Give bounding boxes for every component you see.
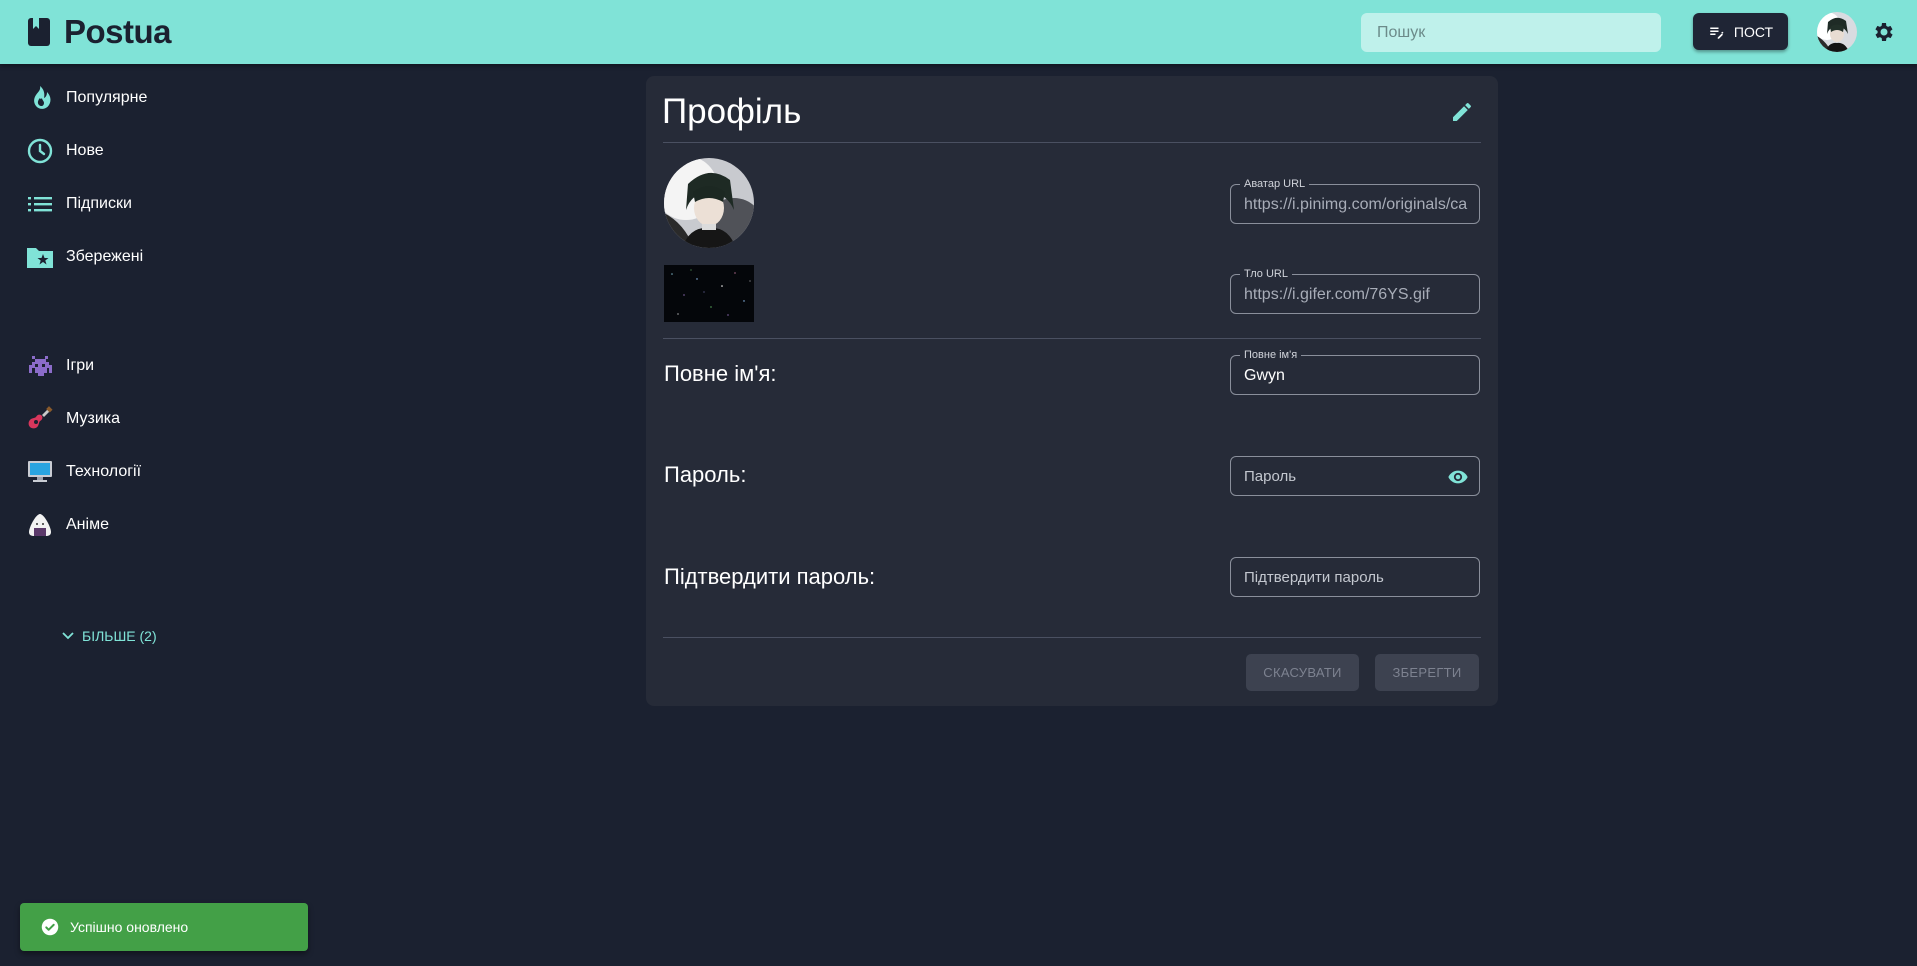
fullname-value: Gwyn (1244, 367, 1285, 384)
divider (663, 637, 1481, 638)
password-row-label: Пароль: (664, 462, 747, 487)
space-invader-icon (26, 352, 54, 380)
fullname-field[interactable]: Повне ім'я Gwyn (1230, 348, 1480, 395)
password-placeholder: Пароль (1244, 468, 1297, 485)
star-folder-icon (26, 243, 54, 271)
post-edit-icon (1710, 27, 1724, 39)
sidebar-item-games[interactable]: Ігри (26, 348, 94, 384)
user-avatar[interactable] (1817, 12, 1857, 52)
top-app-bar: Postua ПОСТ (0, 0, 1917, 64)
sidebar-item-label: Технології (66, 463, 142, 480)
profile-avatar-preview (664, 158, 754, 248)
success-toast: Успішно оновлено (20, 903, 308, 951)
sidebar-item-label: Підписки (66, 195, 132, 212)
background-url-value: https://i.gifer.com/76YS.gif (1244, 286, 1430, 303)
list-icon (26, 190, 54, 218)
eye-icon[interactable] (1447, 466, 1469, 488)
check-circle-icon (41, 918, 59, 936)
search-input[interactable] (1361, 13, 1661, 52)
create-post-button[interactable]: ПОСТ (1693, 13, 1788, 50)
brand-logo[interactable]: Postua (28, 12, 172, 52)
password-field[interactable]: Пароль (1230, 456, 1480, 496)
confirm-password-field[interactable]: Підтвердити пароль (1230, 557, 1480, 597)
profile-card: Профіль Аватар URL https://i.pinimg.com/… (646, 76, 1498, 706)
chevron-down-icon (62, 632, 74, 640)
sidebar-item-label: Музика (66, 410, 121, 427)
background-preview (664, 265, 754, 322)
sidebar-item-label: Популярне (66, 89, 148, 106)
computer-icon (26, 458, 54, 486)
cancel-button[interactable]: СКАСУВАТИ (1246, 654, 1359, 691)
sidebar-item-subscriptions[interactable]: Підписки (26, 186, 132, 222)
avatar-url-label: Аватар URL (1240, 177, 1310, 191)
sidebar-item-new[interactable]: Нове (26, 133, 104, 169)
sidebar-item-popular[interactable]: Популярне (26, 80, 147, 116)
save-button[interactable]: ЗБЕРЕГТИ (1375, 654, 1479, 691)
fullname-row-label: Повне ім'я: (664, 361, 777, 386)
background-url-field[interactable]: Тло URL https://i.gifer.com/76YS.gif (1230, 267, 1480, 314)
avatar-url-field[interactable]: Аватар URL https://i.pinimg.com/original… (1230, 177, 1480, 224)
pencil-edit-icon[interactable] (1450, 100, 1474, 124)
starfield-image (664, 265, 754, 322)
divider (663, 338, 1481, 339)
sidebar-item-tech[interactable]: Технології (26, 454, 141, 490)
background-url-label: Тло URL (1240, 267, 1292, 281)
confirm-password-placeholder: Підтвердити пароль (1244, 569, 1384, 586)
sidebar-item-anime[interactable]: Аніме (26, 507, 109, 543)
flame-icon (26, 84, 54, 112)
sidebar-item-label: Аніме (66, 516, 109, 533)
avatar-image (664, 158, 754, 248)
show-more-button[interactable]: БІЛЬШЕ (2) (62, 628, 157, 644)
toast-message: Успішно оновлено (70, 919, 189, 935)
onigiri-icon (26, 511, 54, 539)
page-title: Профіль (662, 92, 802, 131)
avatar-image (1817, 12, 1857, 52)
guitar-icon (26, 405, 54, 433)
divider (663, 142, 1481, 143)
sidebar-item-saved[interactable]: Збережені (26, 239, 143, 275)
sidebar-item-label: Нове (66, 142, 104, 159)
post-button-label: ПОСТ (1733, 23, 1774, 40)
fullname-field-label: Повне ім'я (1240, 348, 1302, 362)
sidebar-item-label: Ігри (66, 357, 95, 374)
settings-gear-icon[interactable] (1871, 20, 1895, 44)
book-icon (28, 18, 50, 46)
sidebar-item-music[interactable]: Музика (26, 401, 120, 437)
show-more-label: БІЛЬШЕ (2) (82, 628, 157, 644)
clock-icon (26, 137, 54, 165)
brand-name: Postua (64, 13, 172, 50)
avatar-url-value: https://i.pinimg.com/originals/ca (1244, 196, 1468, 213)
confirm-password-row-label: Підтвердити пароль: (664, 564, 876, 589)
sidebar-item-label: Збережені (66, 248, 144, 265)
